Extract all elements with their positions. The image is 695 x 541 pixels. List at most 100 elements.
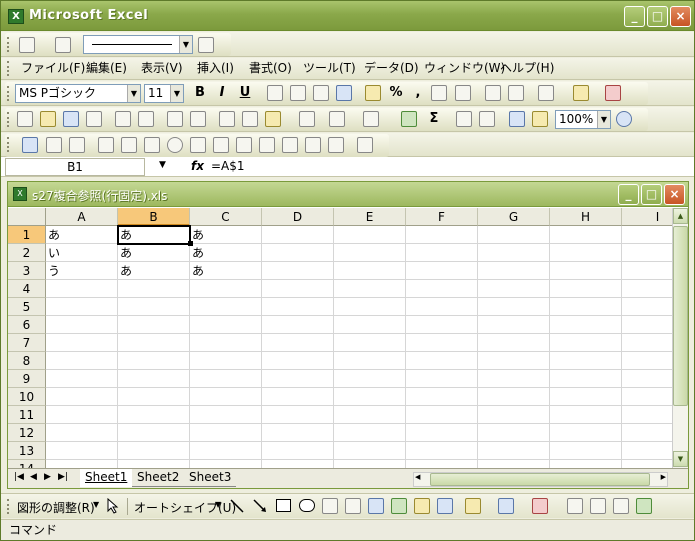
cell-h2[interactable] xyxy=(550,244,622,262)
cell-i5[interactable] xyxy=(622,298,672,316)
zoom-combo[interactable]: 100% ▼ xyxy=(555,110,611,129)
workbook-minimize-button[interactable]: _ xyxy=(618,184,639,205)
cell-h6[interactable] xyxy=(550,316,622,334)
cell-d8[interactable] xyxy=(262,352,334,370)
cell-c2[interactable]: あ xyxy=(190,244,262,262)
print-preview-icon[interactable] xyxy=(138,111,154,127)
column-header-f[interactable]: F xyxy=(406,208,478,226)
workbook-close-button[interactable]: × xyxy=(664,184,685,205)
font-color-icon[interactable] xyxy=(532,498,548,514)
fill-color-icon[interactable] xyxy=(465,498,481,514)
row-header-4[interactable]: 4 xyxy=(8,280,46,298)
cell-e1[interactable] xyxy=(334,226,406,244)
label-control-icon[interactable] xyxy=(305,137,321,153)
scroll-down-icon[interactable]: ▼ xyxy=(673,451,688,467)
cell-c3[interactable]: あ xyxy=(190,262,262,280)
cell-f5[interactable] xyxy=(406,298,478,316)
sort-ascending-icon[interactable] xyxy=(456,111,472,127)
cell-g8[interactable] xyxy=(478,352,550,370)
paste-icon[interactable] xyxy=(265,111,281,127)
horizontal-scroll-thumb[interactable] xyxy=(430,473,650,486)
cell-e3[interactable] xyxy=(334,262,406,280)
combobox-control-icon[interactable] xyxy=(213,137,229,153)
toggle-button-icon[interactable] xyxy=(236,137,252,153)
cell-c8[interactable] xyxy=(190,352,262,370)
cell-h12[interactable] xyxy=(550,424,622,442)
cell-i2[interactable] xyxy=(622,244,672,262)
cell-d13[interactable] xyxy=(262,442,334,460)
cell-h9[interactable] xyxy=(550,370,622,388)
spelling-icon[interactable] xyxy=(167,111,183,127)
cell-g10[interactable] xyxy=(478,388,550,406)
menu-tools[interactable]: ツール(T) xyxy=(303,58,356,79)
cell-b5[interactable] xyxy=(118,298,190,316)
cell-c9[interactable] xyxy=(190,370,262,388)
font-name-combo[interactable]: MS Pゴシック ▼ xyxy=(15,84,141,103)
clipart-icon[interactable] xyxy=(414,498,430,514)
sheet-tab-2[interactable]: Sheet2 xyxy=(132,469,185,487)
cell-a5[interactable] xyxy=(46,298,118,316)
cell-b14[interactable] xyxy=(118,460,190,468)
line-color-icon[interactable] xyxy=(498,498,514,514)
cell-e13[interactable] xyxy=(334,442,406,460)
drawing-icon[interactable] xyxy=(532,111,548,127)
cell-e14[interactable] xyxy=(334,460,406,468)
column-header-e[interactable]: E xyxy=(334,208,406,226)
redo-icon[interactable] xyxy=(363,111,379,127)
cell-c7[interactable] xyxy=(190,334,262,352)
cell-h14[interactable] xyxy=(550,460,622,468)
cell-h10[interactable] xyxy=(550,388,622,406)
scroll-right-icon[interactable]: ▶ xyxy=(661,473,666,481)
cell-f6[interactable] xyxy=(406,316,478,334)
cell-i13[interactable] xyxy=(622,442,672,460)
cell-c13[interactable] xyxy=(190,442,262,460)
cell-a12[interactable] xyxy=(46,424,118,442)
cell-i11[interactable] xyxy=(622,406,672,424)
cell-h4[interactable] xyxy=(550,280,622,298)
row-header-10[interactable]: 10 xyxy=(8,388,46,406)
align-center-icon[interactable] xyxy=(290,85,306,101)
cell-b13[interactable] xyxy=(118,442,190,460)
font-color-icon[interactable] xyxy=(605,85,621,101)
cell-f13[interactable] xyxy=(406,442,478,460)
cell-a6[interactable] xyxy=(46,316,118,334)
permission-icon[interactable] xyxy=(86,111,102,127)
maximize-button[interactable]: □ xyxy=(647,6,668,27)
cell-c10[interactable] xyxy=(190,388,262,406)
chevron-down-icon[interactable]: ▼ xyxy=(215,500,221,509)
cell-d7[interactable] xyxy=(262,334,334,352)
oval-icon[interactable] xyxy=(299,499,315,512)
research-icon[interactable] xyxy=(190,111,206,127)
cell-f9[interactable] xyxy=(406,370,478,388)
cell-e11[interactable] xyxy=(334,406,406,424)
column-header-a[interactable]: A xyxy=(46,208,118,226)
cell-a7[interactable] xyxy=(46,334,118,352)
draw-menu-button[interactable]: 図形の調整(R) xyxy=(17,499,95,516)
cell-g7[interactable] xyxy=(478,334,550,352)
next-sheet-icon[interactable]: ▶ xyxy=(44,472,51,482)
horizontal-scrollbar[interactable]: ◀ ▶ xyxy=(413,472,668,487)
copy-icon[interactable] xyxy=(242,111,258,127)
cell-b10[interactable] xyxy=(118,388,190,406)
percent-button[interactable]: % xyxy=(387,84,405,102)
cell-i1[interactable] xyxy=(622,226,672,244)
eraser-icon[interactable] xyxy=(55,37,71,53)
cell-b6[interactable] xyxy=(118,316,190,334)
cell-d6[interactable] xyxy=(262,316,334,334)
wordart-icon[interactable] xyxy=(368,498,384,514)
cell-g14[interactable] xyxy=(478,460,550,468)
cell-f14[interactable] xyxy=(406,460,478,468)
prev-sheet-icon[interactable]: ◀ xyxy=(30,472,37,482)
cell-d1[interactable] xyxy=(262,226,334,244)
view-code-icon[interactable] xyxy=(69,137,85,153)
cell-g1[interactable] xyxy=(478,226,550,244)
chevron-down-icon[interactable]: ▼ xyxy=(159,160,166,170)
row-header-3[interactable]: 3 xyxy=(8,262,46,280)
column-header-i[interactable]: I xyxy=(622,208,672,226)
row-header-6[interactable]: 6 xyxy=(8,316,46,334)
cell-f8[interactable] xyxy=(406,352,478,370)
vertical-scroll-thumb[interactable] xyxy=(673,226,688,406)
cell-f7[interactable] xyxy=(406,334,478,352)
cut-icon[interactable] xyxy=(219,111,235,127)
line-style-combo[interactable]: ▼ xyxy=(83,35,193,54)
